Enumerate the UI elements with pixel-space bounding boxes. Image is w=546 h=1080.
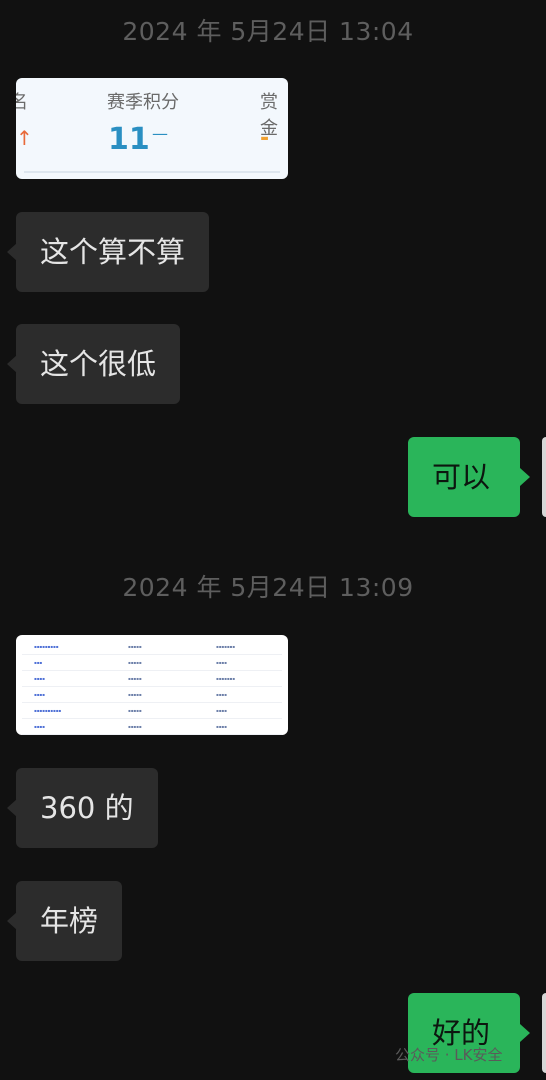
table-row: ▪▪▪ ▪▪▪▪▪ ▪▪▪▪ [16,655,288,671]
table-row: ▪▪▪▪ ▪▪▪▪▪ ▪▪▪▪▪▪▪ [16,671,288,687]
timestamp-2: 2024 年 5月24日 13:09 [122,573,414,602]
image-message-leaderboard[interactable]: ▪▪▪▪▪▪▪▪▪ ▪▪▪▪▪ ▪▪▪▪▪▪▪ ▪▪▪ ▪▪▪▪▪ ▪▪▪▪ ▪▪▪▪ ▪… [16,635,288,735]
table-row: ▪▪▪▪ ▪▪▪▪▪ ▪▪▪▪ [16,687,288,703]
season-points-label: 赛季积分 [107,92,179,113]
outgoing-message-1[interactable]: 可以 [408,437,530,517]
my-avatar[interactable] [542,437,546,517]
timestamp-1: 2024 年 5月24日 13:04 [122,17,414,46]
incoming-message-3[interactable]: 360 的 [7,768,158,848]
table-row: ▪▪▪▪▪▪▪▪▪▪ ▪▪▪▪▪ ▪▪▪▪ [16,703,288,719]
my-avatar[interactable] [542,993,546,1073]
card-divider [24,171,280,173]
image-message-points-card[interactable]: 名 ↑ 赛季积分 11 — 赏金 - [16,78,288,179]
season-points-value: 11 [108,122,150,157]
incoming-message-1[interactable]: 这个算不算 [6,212,210,292]
incoming-message-4[interactable]: 年榜 [6,881,123,961]
table-row: ▪▪▪▪▪▪▪▪▪ ▪▪▪▪▪ ▪▪▪▪▪▪▪ [16,639,288,655]
watermark: 公众号 · LK安全 [395,1046,503,1064]
bounty-value: - [260,126,270,151]
incoming-message-2[interactable]: 这个很低 [6,324,181,404]
table-row: ▪▪▪▪ ▪▪▪▪▪ ▪▪▪▪ [16,719,288,735]
rank-up-arrow-icon: ↑ [16,126,33,150]
rank-label-fragment: 名 [16,92,28,113]
season-points-change: — [152,124,168,143]
